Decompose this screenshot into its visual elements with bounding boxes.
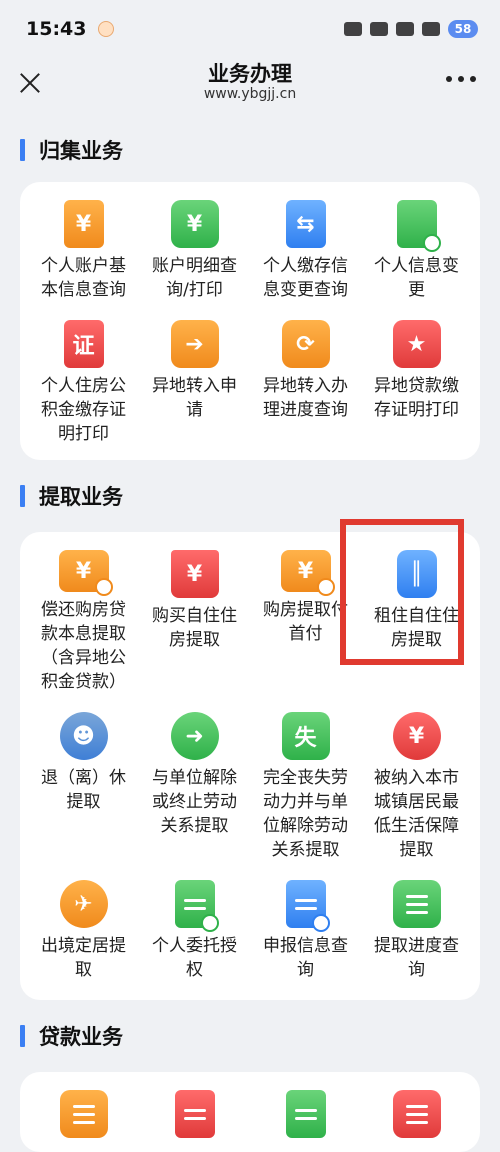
star-certificate-icon: ★ bbox=[392, 320, 441, 368]
document-person-icon bbox=[174, 880, 219, 932]
loan-service-tile[interactable] bbox=[139, 1090, 250, 1138]
battery-icon: 58 bbox=[448, 20, 478, 38]
nav-bar: 业务办理 www.ybgjj.cn bbox=[0, 58, 500, 118]
status-bar: 15:43 58 bbox=[0, 0, 500, 58]
service-withdraw-progress-query[interactable]: 提取进度查询 bbox=[361, 880, 472, 982]
transfer-in-arrow-icon: ➔ bbox=[170, 320, 219, 368]
daikuan-card bbox=[20, 1072, 480, 1152]
statement-yuan-icon: ¥ bbox=[170, 200, 219, 248]
document-clock-icon bbox=[285, 880, 330, 932]
signal-2-icon bbox=[396, 22, 414, 36]
page-url: www.ybgjj.cn bbox=[203, 86, 297, 102]
loan-service-tile[interactable] bbox=[28, 1090, 139, 1138]
section-header-daikuan: 贷款业务 bbox=[0, 1012, 500, 1060]
briefcase-icon: 失 bbox=[281, 712, 330, 760]
section-accent-bar bbox=[20, 139, 25, 161]
service-retirement-withdraw[interactable]: ☻ 退（离）休提取 bbox=[28, 712, 139, 862]
service-account-detail-print[interactable]: ¥ 账户明细查询/打印 bbox=[139, 200, 250, 302]
network-icon bbox=[344, 22, 362, 36]
page-title: 业务办理 bbox=[208, 62, 292, 86]
list-icon bbox=[59, 1090, 108, 1138]
section-header-tiqu: 提取业务 bbox=[0, 472, 500, 520]
airplane-icon: ✈ bbox=[59, 880, 108, 928]
section-header-guiji: 归集业务 bbox=[0, 126, 500, 174]
transfer-progress-icon: ⟳ bbox=[281, 320, 330, 368]
service-transfer-progress-query[interactable]: ⟳ 异地转入办理进度查询 bbox=[250, 320, 361, 446]
section-title: 贷款业务 bbox=[39, 1025, 123, 1049]
notification-app-icon bbox=[98, 21, 115, 37]
certificate-icon: 证 bbox=[63, 320, 104, 368]
status-time: 15:43 bbox=[26, 18, 87, 40]
house-yuan-icon: ¥ bbox=[170, 550, 219, 598]
loan-service-tile[interactable] bbox=[361, 1090, 472, 1138]
section-title: 提取业务 bbox=[39, 485, 123, 509]
document-icon bbox=[174, 1090, 215, 1138]
service-deposit-change-query[interactable]: ⇆ 个人缴存信息变更查询 bbox=[250, 200, 361, 302]
service-declaration-query[interactable]: 申报信息查询 bbox=[250, 880, 361, 982]
document-clock-icon bbox=[285, 1090, 326, 1138]
signal-icon bbox=[370, 22, 388, 36]
guiji-card: ¥ 个人账户基本信息查询 ¥ 账户明细查询/打印 ⇆ 个人缴存信息变更查询 个人… bbox=[20, 182, 480, 460]
list-icon bbox=[392, 880, 441, 928]
money-bag-icon: ¥ bbox=[392, 712, 441, 760]
service-emigrate-withdraw[interactable]: ✈ 出境定居提取 bbox=[28, 880, 139, 982]
section-title: 归集业务 bbox=[39, 139, 123, 163]
wallet-yuan-icon: ¥ bbox=[280, 550, 335, 596]
document-yuan-icon: ¥ bbox=[63, 200, 104, 248]
service-loan-deposit-certificate[interactable]: ★ 异地贷款缴存证明打印 bbox=[361, 320, 472, 446]
service-personal-info-change[interactable]: 个人信息变更 bbox=[361, 200, 472, 302]
service-terminate-labor-withdraw[interactable]: ➜ 与单位解除或终止劳动关系提取 bbox=[139, 712, 250, 862]
service-disability-withdraw[interactable]: 失 完全丧失劳动力并与单位解除劳动关系提取 bbox=[250, 712, 361, 862]
service-deposit-certificate-print[interactable]: 证 个人住房公积金缴存证明打印 bbox=[28, 320, 139, 446]
service-buy-house-withdraw[interactable]: ¥ 购买自住住房提取 bbox=[139, 550, 250, 694]
elderly-person-icon: ☻ bbox=[59, 712, 108, 760]
service-transfer-in-apply[interactable]: ➔ 异地转入申请 bbox=[139, 320, 250, 446]
service-account-info-query[interactable]: ¥ 个人账户基本信息查询 bbox=[28, 200, 139, 302]
service-minimum-living-withdraw[interactable]: ¥ 被纳入本市城镇居民最低生活保障提取 bbox=[361, 712, 472, 862]
highlight-box bbox=[340, 519, 464, 665]
service-loan-repay-withdraw[interactable]: ¥ 偿还购房贷款本息提取（含异地公积金贷款） bbox=[28, 550, 139, 694]
wallet-yuan-icon: ¥ bbox=[58, 550, 113, 596]
more-menu-icon[interactable] bbox=[446, 76, 476, 82]
service-personal-authorization[interactable]: 个人委托授权 bbox=[139, 880, 250, 982]
section-accent-bar bbox=[20, 1025, 25, 1047]
person-arrow-icon: ➜ bbox=[170, 712, 219, 760]
wifi-icon bbox=[422, 22, 440, 36]
section-accent-bar bbox=[20, 485, 25, 507]
list-icon bbox=[392, 1090, 441, 1138]
document-exchange-icon bbox=[396, 200, 441, 252]
exchange-arrows-icon: ⇆ bbox=[285, 200, 326, 248]
loan-service-tile[interactable] bbox=[250, 1090, 361, 1138]
